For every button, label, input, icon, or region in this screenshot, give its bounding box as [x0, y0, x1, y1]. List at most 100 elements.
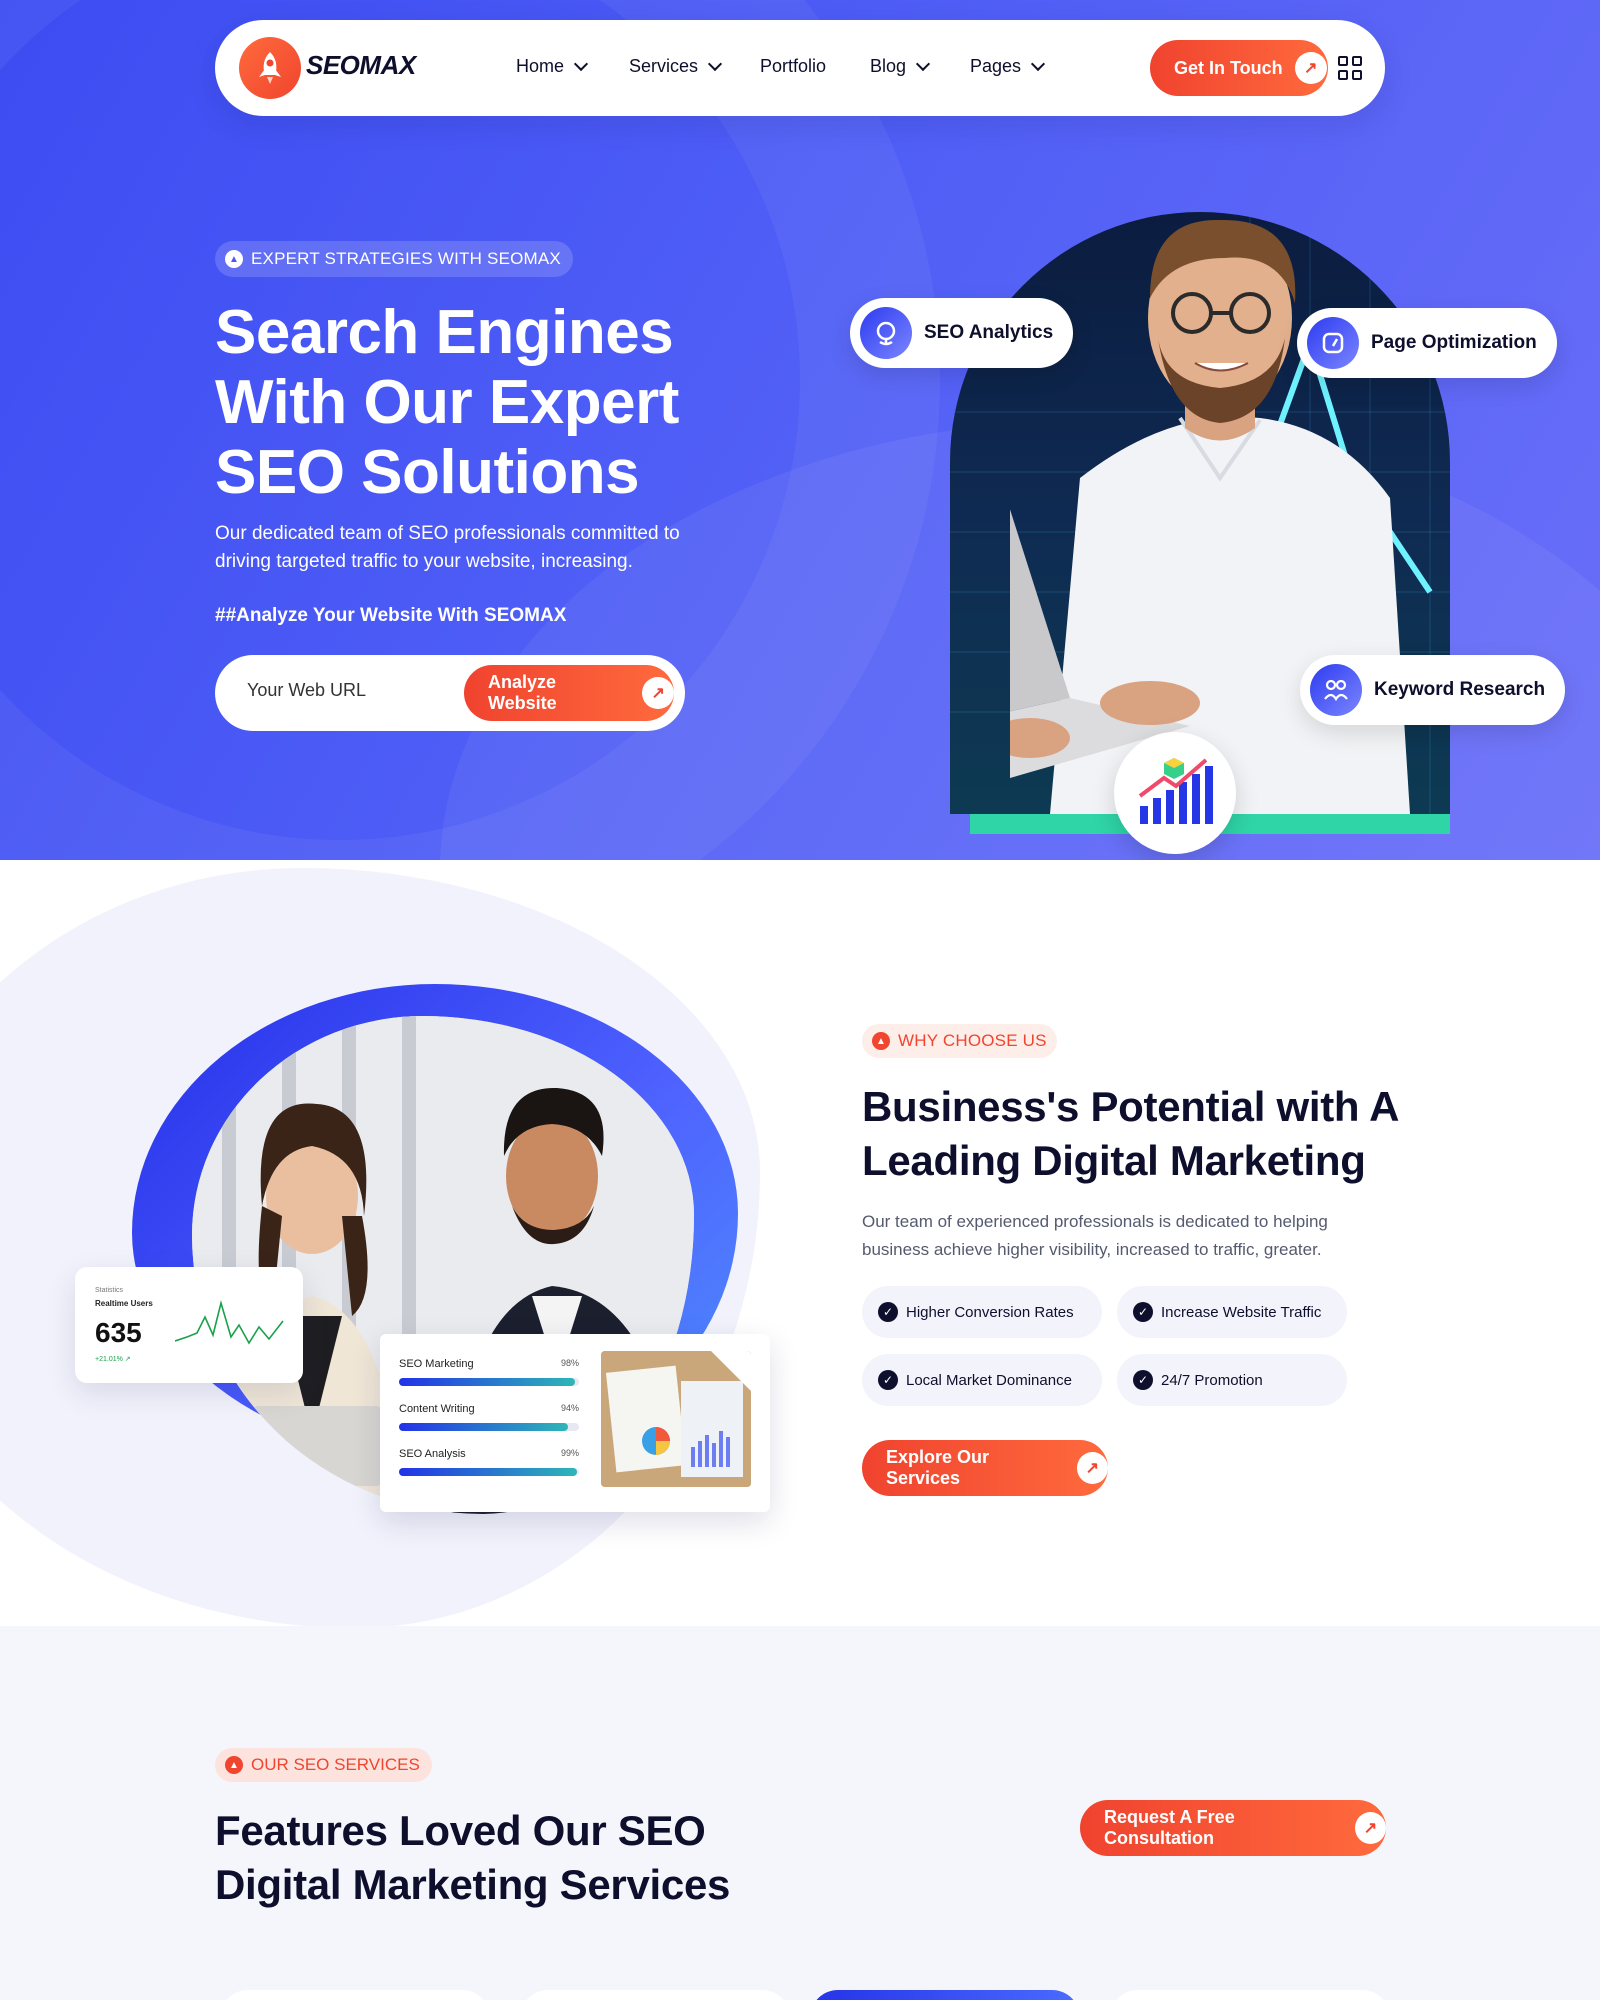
chevron-down-icon — [707, 56, 723, 71]
skill-pct: 99% — [560, 1448, 579, 1458]
check-icon: ✓ — [878, 1370, 898, 1390]
analytics-documents-image — [601, 1351, 751, 1487]
arrow-up-right-icon: ↗ — [1076, 1452, 1108, 1484]
feature-promotion: ✓ 24/7 Promotion — [1117, 1354, 1347, 1406]
get-in-touch-label: Get In Touch — [1174, 57, 1283, 78]
speedometer-icon — [1307, 317, 1359, 369]
analyze-form: Analyze Website ↗ — [215, 655, 685, 731]
services-badge: ▲ OUR SEO SERVICES — [215, 1748, 432, 1782]
web-url-input[interactable] — [247, 680, 447, 701]
seo-analytics-label: SEO Analytics — [924, 322, 1054, 343]
nav-home[interactable]: Home — [516, 56, 589, 77]
service-card[interactable] — [1110, 1990, 1390, 2000]
hero-description: Our dedicated team of SEO professionals … — [215, 523, 680, 572]
request-consultation-button[interactable]: Request A Free Consultation ↗ — [1080, 1800, 1386, 1856]
service-card[interactable] — [520, 1990, 790, 2000]
nav-pages[interactable]: Pages — [970, 56, 1046, 77]
services-title: Features Loved Our SEO Digital Marketing… — [215, 1807, 731, 1908]
nav-pages-label: Pages — [970, 56, 1022, 76]
get-in-touch-button[interactable]: Get In Touch ↗ — [1150, 40, 1328, 96]
skill-fill — [399, 1468, 578, 1476]
sparkline-icon — [175, 1299, 284, 1345]
services-section: ▲ OUR SEO SERVICES Features Loved Our SE… — [0, 1626, 1600, 2000]
why-choose-badge: ▲ WHY CHOOSE US — [862, 1024, 1057, 1058]
skill-fill — [399, 1423, 569, 1431]
chevron-down-icon — [915, 56, 931, 71]
stats-title: Realtime Users — [95, 1299, 153, 1308]
skill-name: SEO Analysis — [399, 1448, 466, 1460]
nav-services-label: Services — [629, 56, 699, 76]
nav-home-label: Home — [516, 56, 565, 76]
seo-analytics-pill[interactable]: SEO Analytics — [850, 298, 1074, 368]
arrow-up-right-icon: ↗ — [1354, 1812, 1386, 1844]
stats-change: +21.01% ↗ — [95, 1356, 131, 1363]
analyze-website-button[interactable]: Analyze Website ↗ — [464, 665, 674, 721]
chevron-down-icon — [573, 56, 589, 71]
page-optimization-label: Page Optimization — [1371, 332, 1537, 353]
service-card[interactable] — [220, 1990, 490, 2000]
hero-tagline: ##Analyze Your Website With SEOMAX — [215, 605, 567, 626]
why-badge-text: WHY CHOOSE US — [898, 1031, 1047, 1050]
hero-title: Search Engines With Our Expert SEO Solut… — [215, 298, 679, 507]
stats-value: 635 — [95, 1317, 142, 1348]
hero-badge: ▲ EXPERT STRATEGIES WITH SEOMAX — [215, 241, 573, 277]
nav-blog[interactable]: Blog — [870, 56, 931, 77]
why-description: Our team of experienced professionals is… — [862, 1212, 1328, 1259]
stats-change-value: +21.01% — [95, 1356, 123, 1363]
nav-services[interactable]: Services — [629, 56, 723, 77]
skill-row: SEO Analysis 99% — [399, 1448, 579, 1476]
nav-portfolio[interactable]: Portfolio — [760, 56, 826, 77]
globe-icon — [860, 307, 912, 359]
nav-blog-label: Blog — [870, 56, 907, 76]
skill-row: SEO Marketing 98% — [399, 1358, 579, 1386]
check-icon: ✓ — [878, 1302, 898, 1322]
request-consultation-label: Request A Free Consultation — [1104, 1807, 1235, 1848]
arrow-up-right-icon: ↗ — [642, 677, 674, 709]
feature-label: Increase Website Traffic — [1161, 1303, 1322, 1321]
hero-badge-text: EXPERT STRATEGIES WITH SEOMAX — [251, 249, 561, 268]
growth-chart-icon — [1114, 732, 1236, 854]
skill-name: Content Writing — [399, 1403, 475, 1415]
realtime-users-card: Statistics Realtime Users 635 +21.01% ↗ — [75, 1267, 303, 1383]
analyze-website-label: Analyze Website — [488, 672, 557, 713]
skill-track — [399, 1468, 579, 1476]
hero-section: SEOMAX Home Services Portfolio Blog Page… — [0, 0, 1600, 860]
keyword-research-label: Keyword Research — [1374, 679, 1546, 700]
page-optimization-pill[interactable]: Page Optimization — [1297, 308, 1557, 378]
skill-fill — [399, 1378, 576, 1386]
feature-local-market: ✓ Local Market Dominance — [862, 1354, 1102, 1406]
check-icon: ✓ — [1133, 1370, 1153, 1390]
skill-pct: 98% — [560, 1358, 579, 1368]
rocket-icon: ▲ — [225, 1756, 243, 1774]
skill-name: SEO Marketing — [399, 1358, 474, 1370]
rocket-icon: ▲ — [225, 250, 243, 268]
users-sync-icon — [1310, 664, 1362, 716]
skills-card: SEO Marketing 98% Content Writing 94% SEO … — [380, 1334, 770, 1512]
feature-label: Local Market Dominance — [906, 1371, 1072, 1389]
keyword-research-pill[interactable]: Keyword Research — [1300, 655, 1566, 725]
skill-row: Content Writing 94% — [399, 1403, 579, 1431]
feature-higher-conversion: ✓ Higher Conversion Rates — [862, 1286, 1102, 1338]
explore-services-button[interactable]: Explore Our Services ↗ — [862, 1440, 1108, 1496]
skill-pct: 94% — [560, 1403, 579, 1413]
chevron-down-icon — [1030, 56, 1046, 71]
arrow-up-right-icon: ↗ — [1294, 52, 1327, 84]
feature-label: Higher Conversion Rates — [906, 1303, 1074, 1321]
stats-label: Statistics — [95, 1287, 124, 1294]
nav-portfolio-label: Portfolio — [760, 56, 827, 76]
skill-track — [399, 1378, 579, 1386]
rocket-icon: ▲ — [872, 1032, 890, 1050]
grid-menu-icon[interactable] — [1338, 56, 1362, 80]
feature-label: 24/7 Promotion — [1161, 1371, 1263, 1389]
why-choose-section: Statistics Realtime Users 635 +21.01% ↗ … — [0, 860, 1600, 1626]
skill-track — [399, 1423, 579, 1431]
service-card-active[interactable] — [810, 1990, 1080, 2000]
feature-increase-traffic: ✓ Increase Website Traffic — [1117, 1286, 1347, 1338]
logo-rocket-icon[interactable] — [239, 37, 301, 99]
why-title: Business's Potential with A Leading Digi… — [862, 1083, 1398, 1184]
logo-text[interactable]: SEOMAX — [306, 50, 416, 81]
explore-services-label: Explore Our Services — [886, 1447, 990, 1488]
check-icon: ✓ — [1133, 1302, 1153, 1322]
services-badge-text: OUR SEO SERVICES — [251, 1755, 420, 1774]
navbar: SEOMAX Home Services Portfolio Blog Page… — [215, 20, 1385, 116]
